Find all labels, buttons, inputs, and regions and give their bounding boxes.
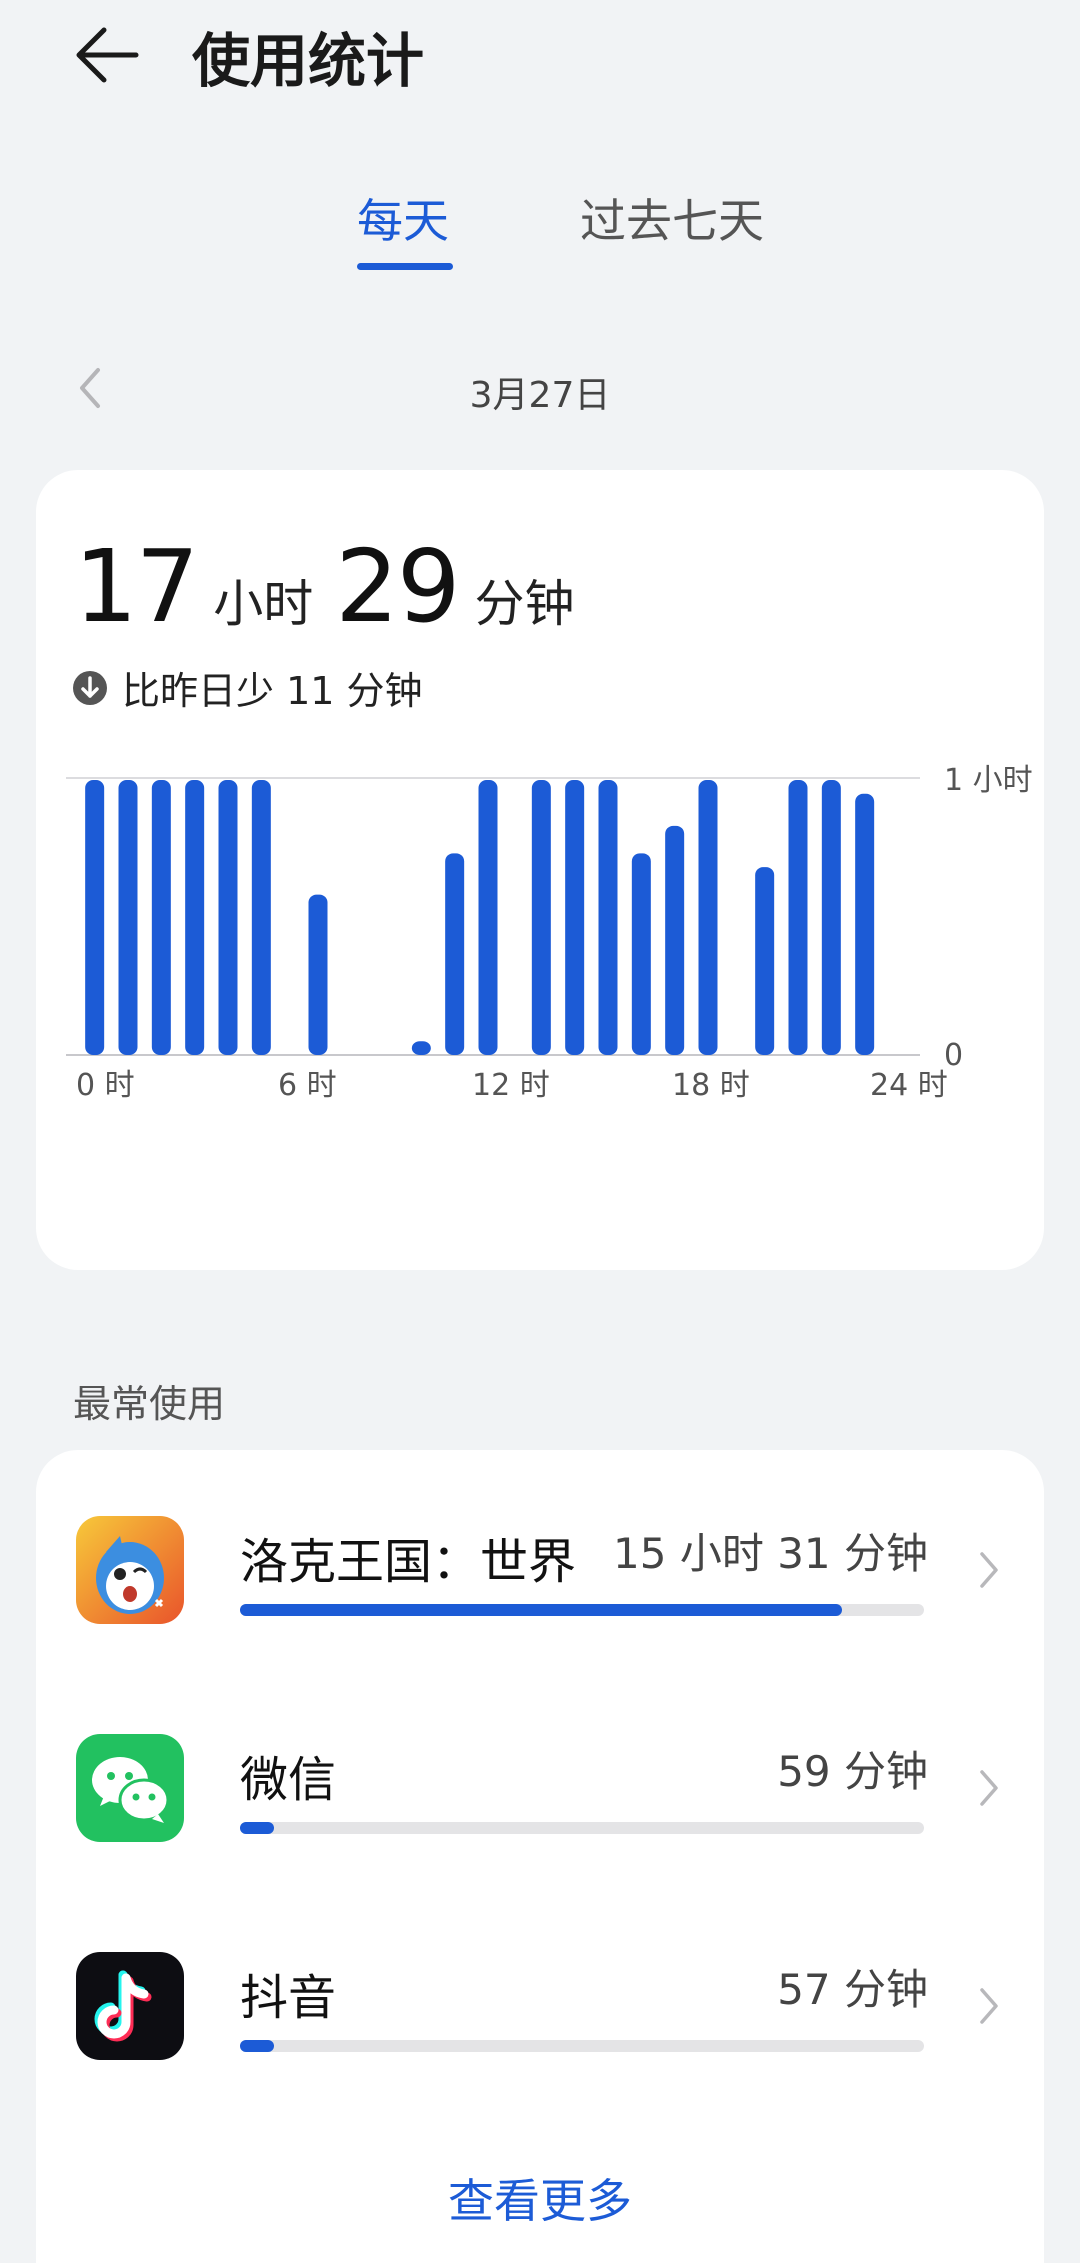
chart-bar-10 (531, 780, 551, 1055)
app-usage-time: 59 分钟 (777, 1747, 928, 1796)
chart-bar-3 (185, 780, 205, 1055)
tab-daily[interactable]: 每天 (357, 185, 449, 251)
x-tick-label-1: 6 时 (278, 1068, 337, 1103)
usage-progress-track (240, 2040, 924, 2052)
chevron-right-icon (980, 1770, 998, 1806)
app-row-douyin[interactable]: 抖音 57 分钟 (36, 1952, 1044, 2152)
date-label: 3月27日 (469, 375, 611, 416)
total-usage-time: 17 小时 29 分钟 (74, 528, 597, 645)
chart-bar-1 (118, 780, 138, 1055)
app-row-roco-kingdom[interactable]: 洛克王国：世界 15 小时 31 分钟 (36, 1516, 1044, 1716)
app-name: 洛克王国：世界 (240, 1534, 577, 1590)
usage-summary-card: 17 小时 29 分钟 比昨日少 11 分钟 1 小时 0 0 时6 时 12 时 18 时2… (36, 470, 1044, 1270)
arrow-down-circle-icon (73, 671, 107, 705)
chart-bar-11 (565, 780, 585, 1055)
app-name: 微信 (240, 1752, 337, 1808)
douyin-icon (76, 1952, 184, 2060)
active-tab-indicator (357, 263, 453, 270)
date-selector: 3月27日 (0, 360, 1080, 420)
chart-bar-4 (218, 780, 238, 1055)
chart-bar-7 (411, 1041, 431, 1055)
compare-text: 比昨日少 11 分钟 (122, 669, 423, 713)
tab-bar: 每天 过去七天 (0, 185, 1080, 275)
usage-progress-track (240, 1604, 924, 1616)
usage-progress-fill (240, 1822, 275, 1834)
chevron-right-icon (980, 1988, 998, 2024)
x-tick-label-0: 0 时 (76, 1068, 135, 1103)
chart-bar-5 (251, 780, 271, 1055)
x-tick-label-2: 12 时 (472, 1068, 550, 1103)
page-title: 使用统计 (192, 27, 425, 95)
see-more-link[interactable]: 查看更多 (36, 2165, 1044, 2231)
usage-progress-track (240, 1822, 924, 1834)
chart-bar-14 (665, 825, 685, 1055)
chart-bar-8 (445, 853, 465, 1055)
y-tick-label-0: 1 小时 (944, 763, 1033, 798)
chart-bar-18 (821, 780, 841, 1055)
chart-bar-9 (478, 780, 498, 1055)
wechat-icon (76, 1734, 184, 1842)
usage-progress-fill (240, 1604, 842, 1616)
chart-bar-13 (631, 853, 651, 1055)
x-tick-label-4: 24 时 (870, 1068, 948, 1103)
app-name: 抖音 (240, 1970, 337, 2026)
minutes-unit: 分钟 (474, 575, 575, 633)
chart-bar-6 (308, 894, 328, 1055)
tab-past-seven-days[interactable]: 过去七天 (580, 185, 764, 251)
total-hours: 17 (74, 528, 199, 645)
most-used-section-title: 最常使用 (73, 1382, 226, 1426)
app-row-wechat[interactable]: 微信 59 分钟 (36, 1734, 1044, 1934)
x-tick-label-3: 18 时 (672, 1068, 750, 1103)
most-used-apps-card: 洛克王国：世界 15 小时 31 分钟 微信 59 分钟 抖音 57 分钟 查看… (36, 1450, 1044, 2263)
chart-bar-19 (855, 793, 875, 1055)
app-usage-time: 15 小时 31 分钟 (613, 1529, 928, 1578)
header: 使用统计 (0, 0, 1080, 110)
chevron-right-icon (980, 1552, 998, 1588)
total-minutes: 29 (335, 528, 460, 645)
chart-bar-16 (755, 867, 775, 1055)
chart-bar-17 (788, 780, 808, 1055)
app-usage-time: 57 分钟 (777, 1965, 928, 2014)
hourly-usage-bar-chart: 1 小时00 时6 时 12 时 18 时 24 时 (66, 763, 1033, 1103)
back-arrow-icon[interactable] (70, 18, 144, 92)
roco-kingdom-icon (76, 1516, 184, 1624)
chart-bar-12 (598, 780, 618, 1055)
usage-progress-fill (240, 2040, 275, 2052)
hours-unit: 小时 (213, 575, 314, 633)
chart-bar-0 (85, 780, 105, 1055)
chart-bar-2 (151, 780, 171, 1055)
chart-bar-15 (698, 780, 718, 1055)
